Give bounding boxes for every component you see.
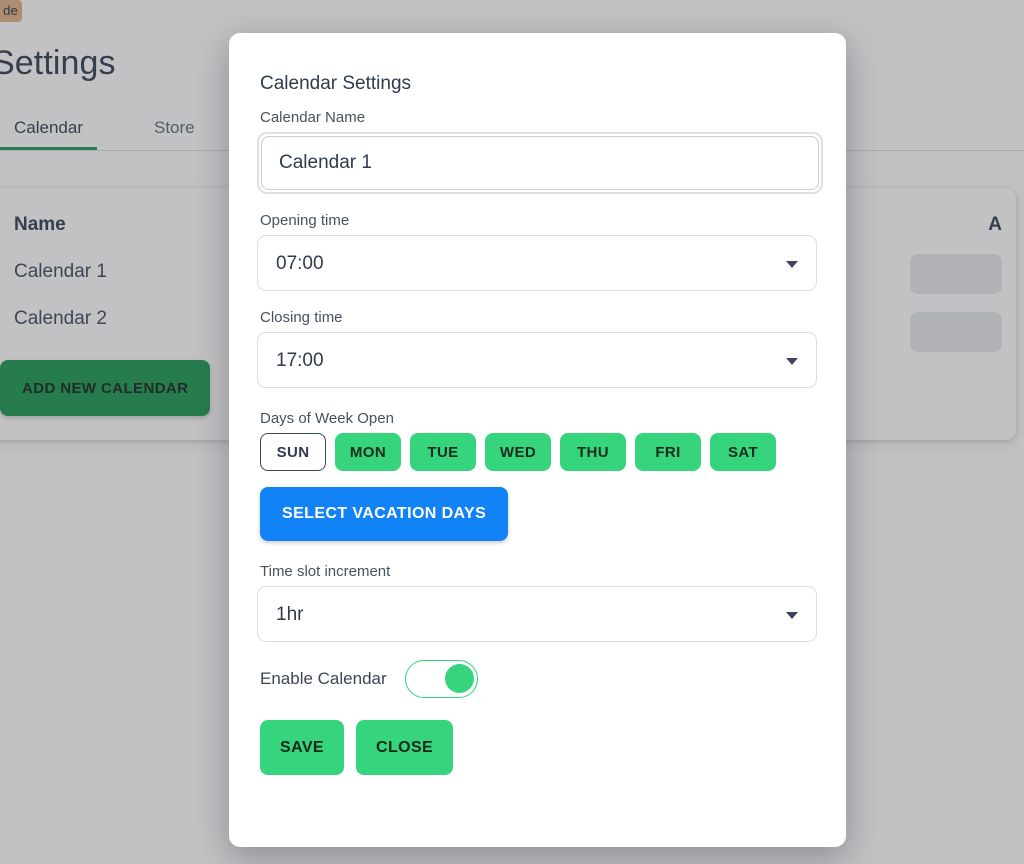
chevron-down-icon <box>786 612 798 619</box>
day-toggle-thu[interactable]: THU <box>560 433 626 471</box>
opening-time-value: 07:00 <box>276 253 324 274</box>
calendar-name-focus-ring <box>257 132 823 194</box>
toggle-knob <box>444 664 474 693</box>
chevron-down-icon <box>786 358 798 365</box>
day-toggle-sat[interactable]: SAT <box>710 433 776 471</box>
select-vacation-days-button[interactable]: SELECT VACATION DAYS <box>260 487 509 541</box>
opening-time-label: Opening time <box>260 212 350 229</box>
opening-time-select[interactable]: 07:00 <box>257 235 817 291</box>
save-button[interactable]: SAVE <box>260 720 344 775</box>
day-toggle-mon[interactable]: MON <box>335 433 401 471</box>
chevron-down-icon <box>786 261 798 268</box>
days-of-week-group: SUN MON TUE WED THU FRI SAT <box>260 433 818 471</box>
closing-time-select[interactable]: 17:00 <box>257 332 817 388</box>
closing-time-label: Closing time <box>260 309 343 326</box>
enable-calendar-toggle[interactable] <box>404 660 478 698</box>
dialog-actions: SAVE CLOSE <box>260 720 818 775</box>
calendar-name-input[interactable] <box>261 136 819 190</box>
closing-time-value: 17:00 <box>276 350 324 371</box>
time-slot-increment-label: Time slot increment <box>260 563 391 580</box>
enable-calendar-row: Enable Calendar <box>260 660 818 698</box>
time-slot-increment-select[interactable]: 1hr <box>257 586 817 642</box>
day-toggle-sun[interactable]: SUN <box>260 433 326 471</box>
calendar-settings-dialog: Calendar Settings Calendar Name Opening … <box>229 33 846 847</box>
calendar-name-label: Calendar Name <box>260 109 366 126</box>
day-toggle-fri[interactable]: FRI <box>635 433 701 471</box>
enable-calendar-label: Enable Calendar <box>260 669 387 688</box>
time-slot-increment-value: 1hr <box>276 604 304 625</box>
days-of-week-label: Days of Week Open <box>260 410 394 427</box>
day-toggle-wed[interactable]: WED <box>485 433 551 471</box>
close-button[interactable]: CLOSE <box>356 720 454 775</box>
day-toggle-tue[interactable]: TUE <box>410 433 476 471</box>
dialog-title: Calendar Settings <box>260 73 412 94</box>
